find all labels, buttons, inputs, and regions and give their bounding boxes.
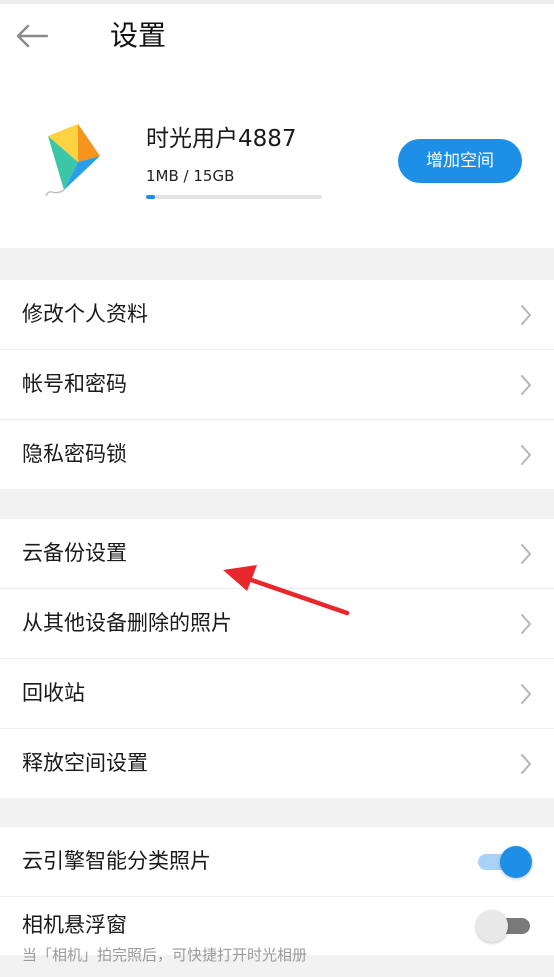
privacy-lock-item[interactable]: 隐私密码锁 xyxy=(0,420,554,489)
chevron-right-icon xyxy=(521,544,531,564)
chevron-right-icon xyxy=(521,445,531,465)
deleted-from-other-devices-item[interactable]: 从其他设备删除的照片 xyxy=(0,589,554,659)
account-password-label: 帐号和密码 xyxy=(22,372,127,396)
chevron-right-icon xyxy=(521,754,531,774)
feature-settings-group: 云引擎智能分类照片 相机悬浮窗 当「相机」拍完照后，可快捷打开时光相册 xyxy=(0,827,554,964)
chevron-right-icon xyxy=(521,614,531,634)
chevron-right-icon xyxy=(521,305,531,325)
status-strip xyxy=(0,0,554,4)
camera-float-description: 当「相机」拍完照后，可快捷打开时光相册 xyxy=(22,946,308,964)
toggle-knob xyxy=(476,910,508,942)
user-name: 时光用户4887 xyxy=(146,126,297,152)
storage-progress-bar xyxy=(146,195,322,199)
account-settings-group: 修改个人资料 帐号和密码 隐私密码锁 xyxy=(0,280,554,489)
smart-classify-item: 云引擎智能分类照片 xyxy=(0,827,554,897)
kite-logo-icon xyxy=(45,124,100,197)
deleted-from-other-devices-label: 从其他设备删除的照片 xyxy=(22,611,232,635)
smart-classify-label: 云引擎智能分类照片 xyxy=(22,849,211,873)
account-password-item[interactable]: 帐号和密码 xyxy=(0,350,554,420)
free-space-settings-label: 释放空间设置 xyxy=(22,751,148,775)
cloud-backup-item[interactable]: 云备份设置 xyxy=(0,519,554,589)
cloud-settings-group: 云备份设置 从其他设备删除的照片 回收站 释放空间设置 xyxy=(0,519,554,798)
edit-profile-item[interactable]: 修改个人资料 xyxy=(0,280,554,350)
camera-float-item: 相机悬浮窗 当「相机」拍完照后，可快捷打开时光相册 xyxy=(0,897,554,977)
back-button[interactable] xyxy=(10,16,54,56)
recycle-bin-item[interactable]: 回收站 xyxy=(0,659,554,729)
recycle-bin-label: 回收站 xyxy=(22,681,85,705)
smart-classify-toggle[interactable] xyxy=(476,846,532,878)
header-bar: 设置 xyxy=(0,0,554,78)
cloud-backup-label: 云备份设置 xyxy=(22,541,127,565)
profile-card: 时光用户4887 1MB / 15GB 增加空间 xyxy=(0,78,554,248)
camera-float-toggle[interactable] xyxy=(476,910,532,942)
storage-usage-text: 1MB / 15GB xyxy=(146,167,235,185)
page-title: 设置 xyxy=(110,19,167,52)
chevron-right-icon xyxy=(521,375,531,395)
add-space-button[interactable]: 增加空间 xyxy=(398,139,522,183)
camera-float-label: 相机悬浮窗 xyxy=(22,913,127,937)
storage-progress-fill xyxy=(146,195,155,199)
back-arrow-icon xyxy=(16,24,49,48)
free-space-settings-item[interactable]: 释放空间设置 xyxy=(0,729,554,798)
toggle-knob xyxy=(500,846,532,878)
edit-profile-label: 修改个人资料 xyxy=(22,302,148,326)
privacy-lock-label: 隐私密码锁 xyxy=(22,442,127,466)
chevron-right-icon xyxy=(521,684,531,704)
